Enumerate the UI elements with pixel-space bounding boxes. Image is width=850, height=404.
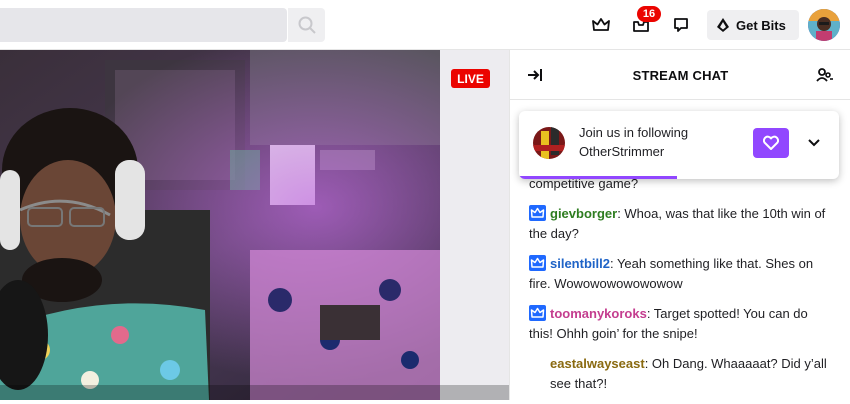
chat-message: eastalwayseast: Oh Dang. Whaaaaat? Did y…: [529, 354, 835, 394]
notification-count-badge: 16: [637, 6, 661, 22]
top-nav: 16 Get Bits: [0, 0, 850, 50]
prime-crown-button[interactable]: [586, 10, 616, 40]
follow-prompt-progress-bar: [519, 176, 677, 179]
follow-prompt-line1: Join us in following: [579, 125, 689, 140]
chat-bubble-icon: [674, 18, 688, 32]
chat-message: gievborger: Whoa, was that like the 10th…: [529, 204, 835, 244]
follow-prompt-text: Join us in following OtherStrimmer: [579, 123, 729, 161]
chat-username[interactable]: eastalwayseast: [550, 356, 645, 371]
heart-icon: [762, 135, 780, 150]
community-button[interactable]: [814, 65, 834, 90]
expand-follow-prompt-button[interactable]: [804, 133, 824, 158]
chat-message: toomanykoroks: Target spotted! You can d…: [529, 304, 835, 344]
subscriber-badge-icon: [529, 205, 546, 221]
search-input[interactable]: [0, 8, 287, 42]
chevron-down-icon: [808, 139, 820, 147]
chat-username[interactable]: gievborger: [550, 206, 617, 221]
chat-message: silentbill2: Yeah something like that. S…: [529, 254, 835, 294]
get-bits-label: Get Bits: [736, 17, 786, 33]
chat-username[interactable]: silentbill2: [550, 256, 610, 271]
whispers-button[interactable]: [666, 10, 696, 40]
channel-avatar[interactable]: [533, 127, 565, 159]
chat-header: STREAM CHAT: [510, 50, 850, 100]
subscriber-badge-icon: [529, 255, 546, 271]
live-indicator: LIVE: [451, 69, 490, 88]
bits-icon: [717, 18, 729, 32]
follow-button[interactable]: [753, 128, 789, 158]
search-button[interactable]: [288, 8, 325, 42]
users-icon: [816, 68, 833, 82]
crown-icon: [592, 18, 610, 31]
get-bits-button[interactable]: Get Bits: [707, 10, 799, 40]
chat-title: STREAM CHAT: [632, 68, 729, 83]
subscriber-badge-icon: [529, 305, 546, 321]
follow-prompt-channel: OtherStrimmer: [579, 144, 665, 159]
search-icon: [298, 16, 316, 34]
video-player[interactable]: [0, 50, 509, 400]
stream-video-frame: [0, 50, 509, 400]
chat-messages: competitive game? gievborger: Whoa, was …: [529, 174, 835, 404]
chat-username[interactable]: toomanykoroks: [550, 306, 647, 321]
user-avatar[interactable]: [808, 9, 840, 41]
follow-prompt-card: Join us in following OtherStrimmer: [519, 111, 839, 179]
